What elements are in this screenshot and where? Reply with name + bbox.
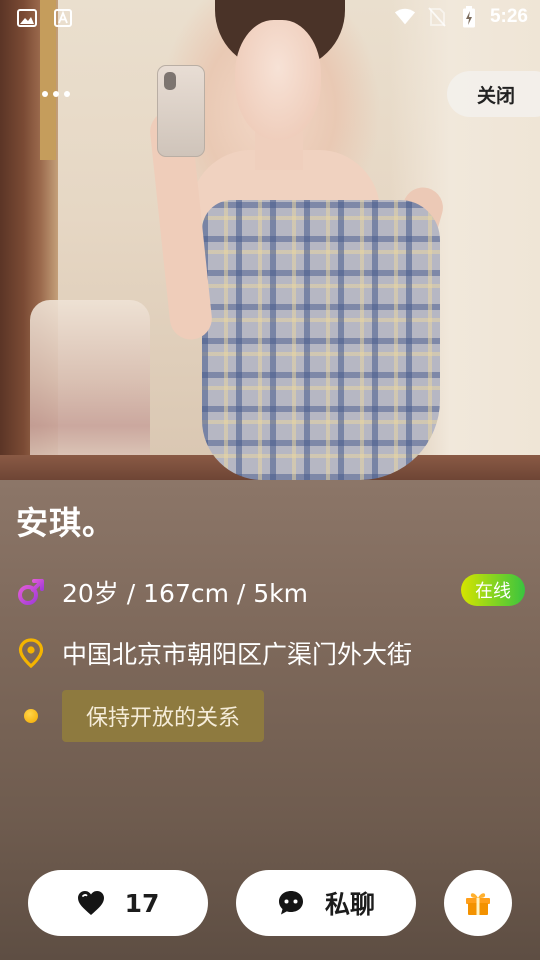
profile-name: 安琪。 (16, 504, 116, 542)
status-right: 5:26 (394, 6, 528, 28)
status-left (16, 8, 74, 28)
profile-stats: 20岁 / 167cm / 5km (62, 579, 308, 608)
close-button[interactable]: 关闭 (447, 71, 540, 117)
no-sim-icon (426, 7, 448, 27)
chat-label: 私聊 (324, 890, 375, 919)
heart-icon (77, 891, 104, 915)
more-dot (53, 91, 59, 97)
private-chat-button[interactable]: 私聊 (236, 870, 416, 936)
bullet-dot-icon (16, 701, 46, 731)
person-face (235, 20, 321, 140)
profile-location: 中国北京市朝阳区广渠门外大街 (62, 640, 413, 669)
status-time: 5:26 (489, 6, 528, 27)
wifi-icon (394, 7, 416, 27)
location-pin-icon (16, 638, 46, 668)
male-icon (16, 577, 46, 607)
more-options-button[interactable] (36, 78, 76, 110)
gallery-icon (16, 8, 38, 28)
battery-charging-icon (458, 6, 480, 28)
plaid-dress (202, 200, 440, 480)
chat-bubble-icon (278, 891, 303, 915)
font-icon (52, 8, 74, 28)
gift-icon (466, 893, 490, 915)
more-dot (42, 91, 48, 97)
relationship-tag: 保持开放的关系 (62, 690, 265, 742)
like-count: 17 (124, 888, 160, 918)
profile-location-row: 中国北京市朝阳区广渠门外大街 (16, 635, 412, 671)
smartphone (157, 65, 205, 157)
gift-button[interactable] (444, 870, 512, 936)
status-bar: 5:26 (0, 0, 540, 36)
profile-photo[interactable] (0, 0, 540, 480)
profile-tag-row: 保持开放的关系 (16, 690, 265, 742)
chair (30, 300, 150, 480)
profile-stats-row: 20岁 / 167cm / 5km (16, 574, 308, 610)
like-button[interactable]: 17 (28, 870, 208, 936)
online-badge: 在线 (461, 574, 525, 606)
more-dot (64, 91, 70, 97)
profile-info-panel: 安琪。 20岁 / 167cm / 5km 在线 中国北京市朝阳区广渠门外大街 … (0, 480, 540, 960)
